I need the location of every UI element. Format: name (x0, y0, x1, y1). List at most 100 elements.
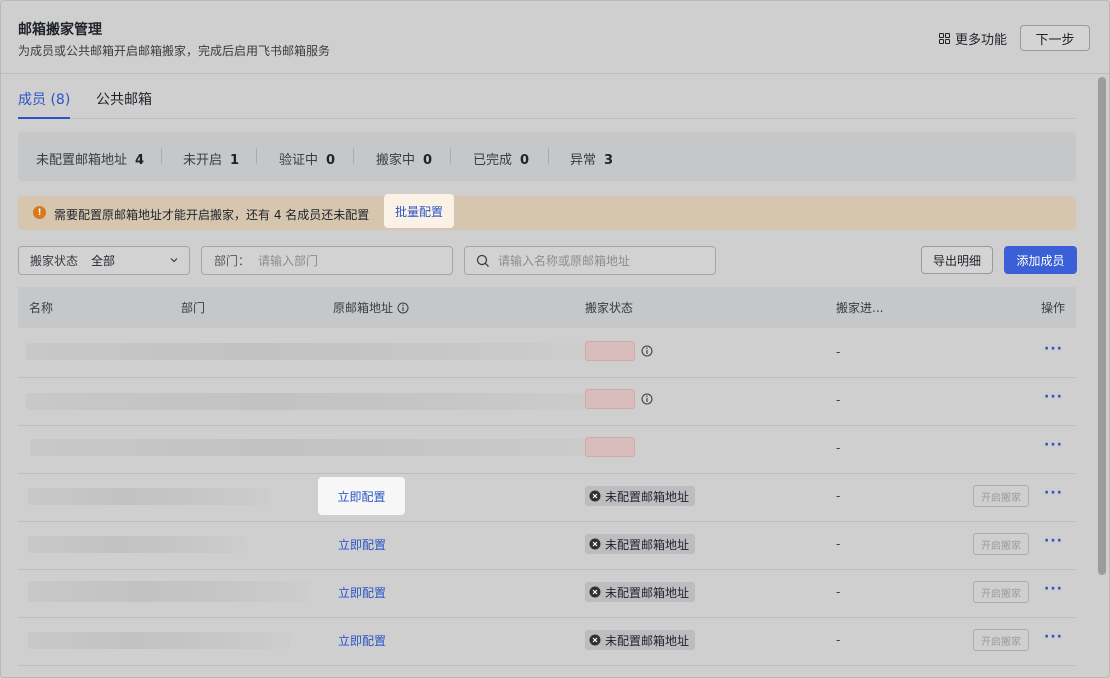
table-row[interactable]: 立即配置 未配置邮箱地址 - 开启搬家 ··· (18, 473, 1076, 522)
status-badge: 未配置邮箱地址 (585, 582, 696, 602)
configure-now-link[interactable]: 立即配置 (338, 536, 386, 553)
table-row[interactable]: 立即配置 未配置邮箱地址 - 开启搬家 ··· (18, 521, 1076, 570)
stat-divider (353, 148, 354, 164)
status-badge (585, 341, 635, 361)
department-filter-placeholder: 请输入部门 (258, 254, 319, 268)
column-original-email: 原邮箱地址 (333, 299, 409, 316)
migration-progress: - (836, 441, 841, 455)
warning-text: 需要配置原邮箱地址才能开启搬家，还有 4 名成员还未配置 (54, 208, 370, 222)
tab-public-mailbox[interactable]: 公共邮箱 (96, 89, 152, 117)
tab-members[interactable]: 成员 (8) (18, 89, 71, 119)
stat-migrating: 搬家中 0 (376, 153, 433, 168)
warning-icon: ! (33, 206, 46, 219)
stat-divider (450, 148, 451, 164)
more-actions-button[interactable]: ··· (1044, 437, 1063, 453)
stat-verifying: 验证中 0 (279, 153, 336, 168)
stat-divider (256, 148, 257, 164)
redacted-content (28, 632, 290, 649)
start-migration-button[interactable]: 开启搬家 (973, 485, 1029, 507)
stat-divider (161, 148, 162, 164)
configure-now-link[interactable]: 立即配置 (338, 632, 386, 649)
close-circle-icon (589, 490, 601, 502)
close-circle-icon (589, 634, 601, 646)
chevron-down-icon (170, 258, 178, 263)
page-header: 邮箱搬家管理 为成员或公共邮箱开启邮箱搬家，完成后启用飞书邮箱服务 更多功能 下… (1, 1, 1109, 74)
status-text: 未配置邮箱地址 (605, 489, 690, 504)
status-badge: 未配置邮箱地址 (585, 630, 696, 650)
page-title: 邮箱搬家管理 (18, 22, 102, 38)
status-filter-value: 全部 (91, 254, 116, 268)
tab-bar: 成员 (8) 公共邮箱 (18, 89, 1076, 119)
warning-banner: ! 需要配置原邮箱地址才能开启搬家，还有 4 名成员还未配置 批量配置 (18, 194, 1076, 230)
stat-not-started: 未开启 1 (183, 153, 240, 168)
more-actions-button[interactable]: ··· (1044, 533, 1063, 549)
more-actions-button[interactable]: ··· (1044, 581, 1063, 597)
stat-error: 异常 3 (570, 153, 614, 168)
status-text: 未配置邮箱地址 (605, 633, 690, 648)
migration-progress: - (836, 585, 841, 599)
search-input[interactable]: 请输入名称或原邮箱地址 (464, 246, 716, 275)
redacted-content (28, 488, 271, 505)
table-row[interactable]: - ··· (18, 329, 1076, 378)
column-migration-status: 搬家状态 (585, 301, 634, 315)
batch-config-link[interactable]: 批量配置 (384, 194, 454, 228)
table-header: 名称 部门 原邮箱地址 搬家状态 搬家进... 操作 (18, 287, 1076, 328)
status-badge: 未配置邮箱地址 (585, 486, 696, 506)
info-icon[interactable] (641, 393, 653, 405)
stat-unconfigured: 未配置邮箱地址 4 (36, 153, 145, 168)
more-actions-button[interactable]: ··· (1044, 485, 1063, 501)
more-actions-button[interactable]: ··· (1044, 389, 1063, 405)
more-functions-label: 更多功能 (955, 33, 1008, 48)
migration-progress: - (836, 537, 841, 551)
configure-now-link[interactable]: 立即配置 (318, 477, 405, 515)
redacted-content (26, 393, 626, 410)
column-original-email-label: 原邮箱地址 (333, 301, 394, 315)
column-department: 部门 (181, 301, 206, 315)
migration-progress: - (836, 489, 841, 503)
table-row[interactable]: 立即配置 未配置邮箱地址 - 开启搬家 ··· (18, 569, 1076, 618)
more-actions-button[interactable]: ··· (1044, 629, 1063, 645)
department-filter-label: 部门： (214, 254, 251, 268)
column-migration-progress: 搬家进... (836, 301, 884, 315)
redacted-content (28, 536, 248, 553)
start-migration-button[interactable]: 开启搬家 (973, 533, 1029, 555)
page-subtitle: 为成员或公共邮箱开启邮箱搬家，完成后启用飞书邮箱服务 (18, 44, 331, 58)
vertical-scrollbar[interactable] (1098, 77, 1106, 575)
stat-completed: 已完成 0 (473, 153, 530, 168)
column-actions: 操作 (1041, 301, 1066, 315)
search-icon (476, 254, 489, 267)
status-text: 未配置邮箱地址 (605, 585, 690, 600)
table-row[interactable]: - ··· (18, 425, 1076, 474)
close-circle-icon (589, 586, 601, 598)
stat-divider (548, 148, 549, 164)
search-placeholder: 请输入名称或原邮箱地址 (498, 254, 631, 268)
more-functions-button[interactable]: 更多功能 (939, 29, 1007, 48)
status-badge: 未配置邮箱地址 (585, 534, 696, 554)
redacted-content (26, 343, 586, 360)
table-row[interactable]: - ··· (18, 377, 1076, 426)
migration-panel: 邮箱搬家管理 为成员或公共邮箱开启邮箱搬家，完成后启用飞书邮箱服务 更多功能 下… (0, 0, 1110, 678)
more-actions-button[interactable]: ··· (1044, 341, 1063, 357)
status-badge (585, 389, 635, 409)
status-badge (585, 437, 635, 457)
grid-icon (939, 33, 950, 44)
redacted-content (30, 439, 630, 456)
department-filter-input[interactable]: 部门： 请输入部门 (201, 246, 453, 275)
migration-progress: - (836, 633, 841, 647)
start-migration-button[interactable]: 开启搬家 (973, 629, 1029, 651)
migration-progress: - (836, 393, 841, 407)
next-step-button[interactable]: 下一步 (1020, 25, 1090, 51)
start-migration-button[interactable]: 开启搬家 (973, 581, 1029, 603)
table-row[interactable]: 立即配置 未配置邮箱地址 - 开启搬家 ··· (18, 617, 1076, 666)
close-circle-icon (589, 538, 601, 550)
stats-bar: 未配置邮箱地址 4 未开启 1 验证中 0 搬家中 0 已完成 0 异常 3 (18, 132, 1076, 181)
configure-now-link[interactable]: 立即配置 (338, 584, 386, 601)
info-icon[interactable] (397, 302, 409, 314)
status-text: 未配置邮箱地址 (605, 537, 690, 552)
status-filter-label: 搬家状态 (30, 254, 79, 268)
migration-progress: - (836, 345, 841, 359)
export-details-button[interactable]: 导出明细 (921, 246, 993, 274)
add-member-button[interactable]: 添加成员 (1004, 246, 1077, 274)
status-filter-select[interactable]: 搬家状态 全部 (18, 246, 190, 275)
info-icon[interactable] (641, 345, 653, 357)
